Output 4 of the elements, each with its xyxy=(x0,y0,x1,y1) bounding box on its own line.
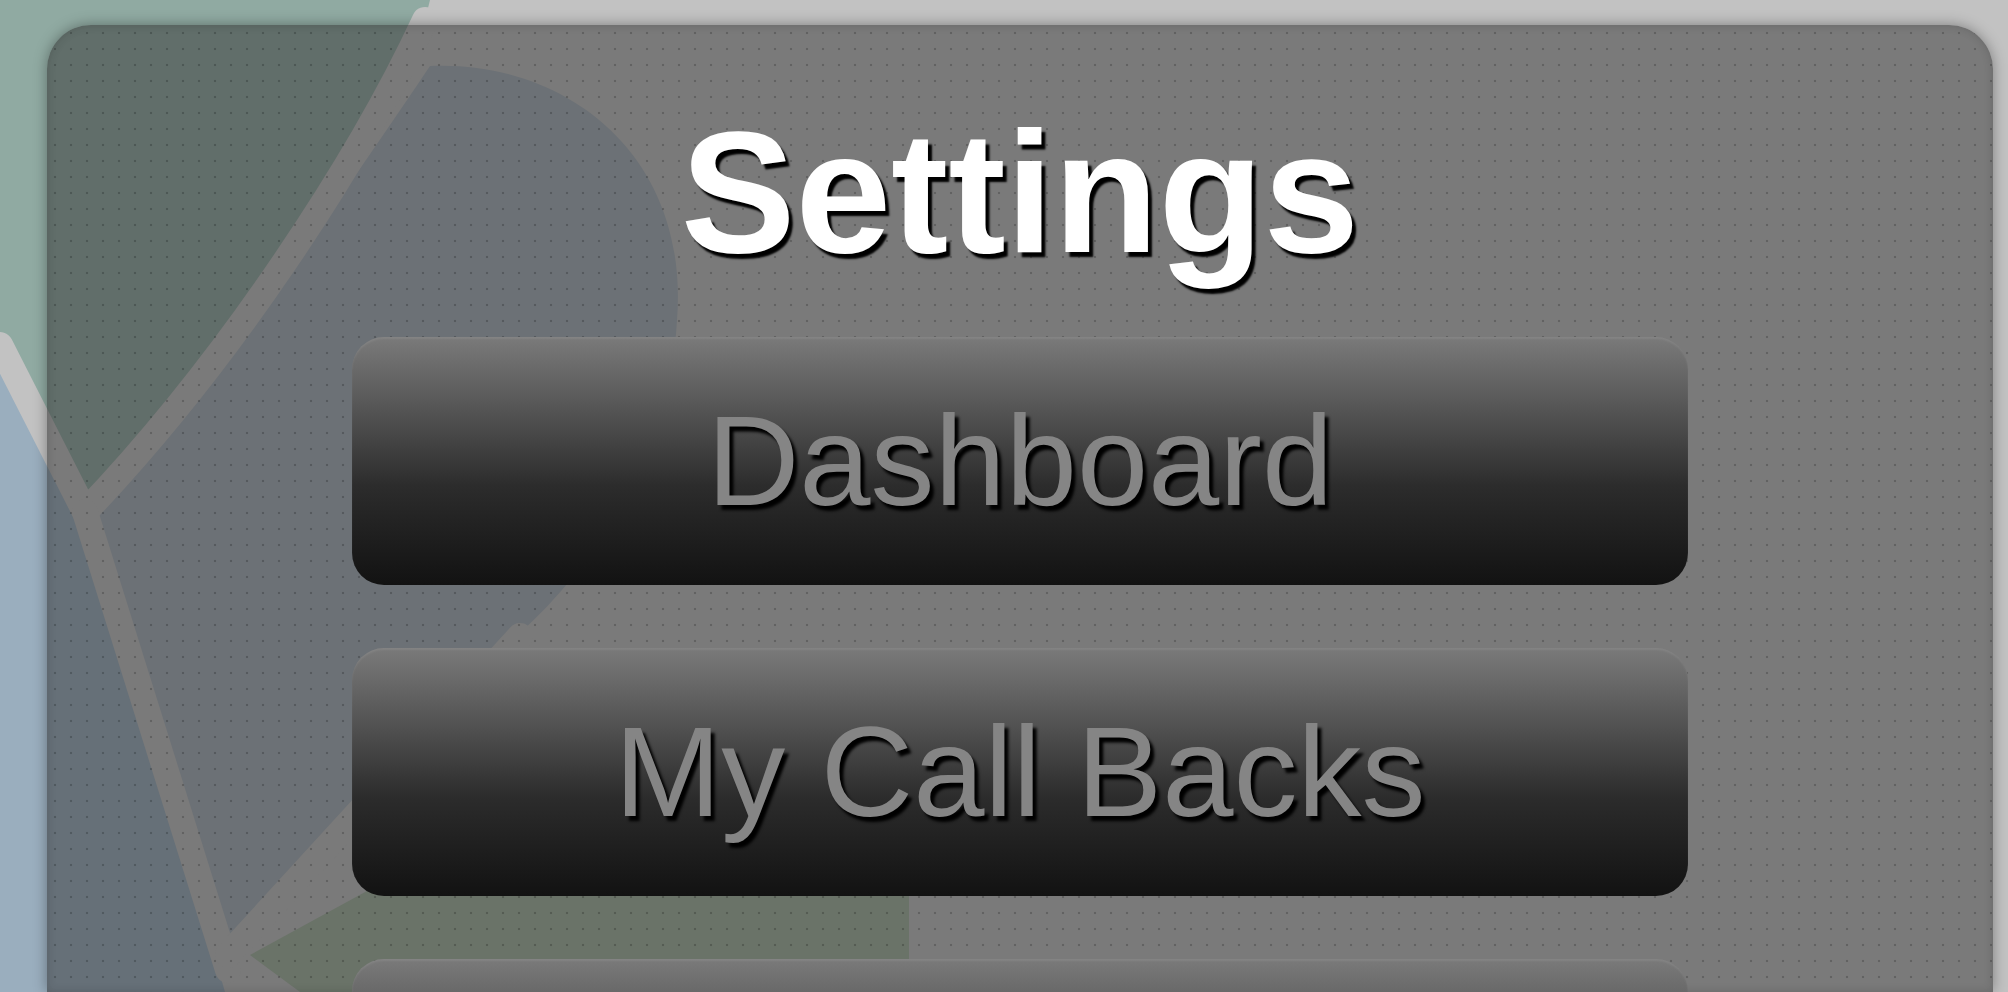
menu-button[interactable]: Dashboard xyxy=(352,337,1688,586)
menu-button[interactable] xyxy=(352,959,1688,992)
menu-button[interactable]: My Call Backs xyxy=(352,648,1688,897)
panel-title: Settings xyxy=(679,95,1361,291)
